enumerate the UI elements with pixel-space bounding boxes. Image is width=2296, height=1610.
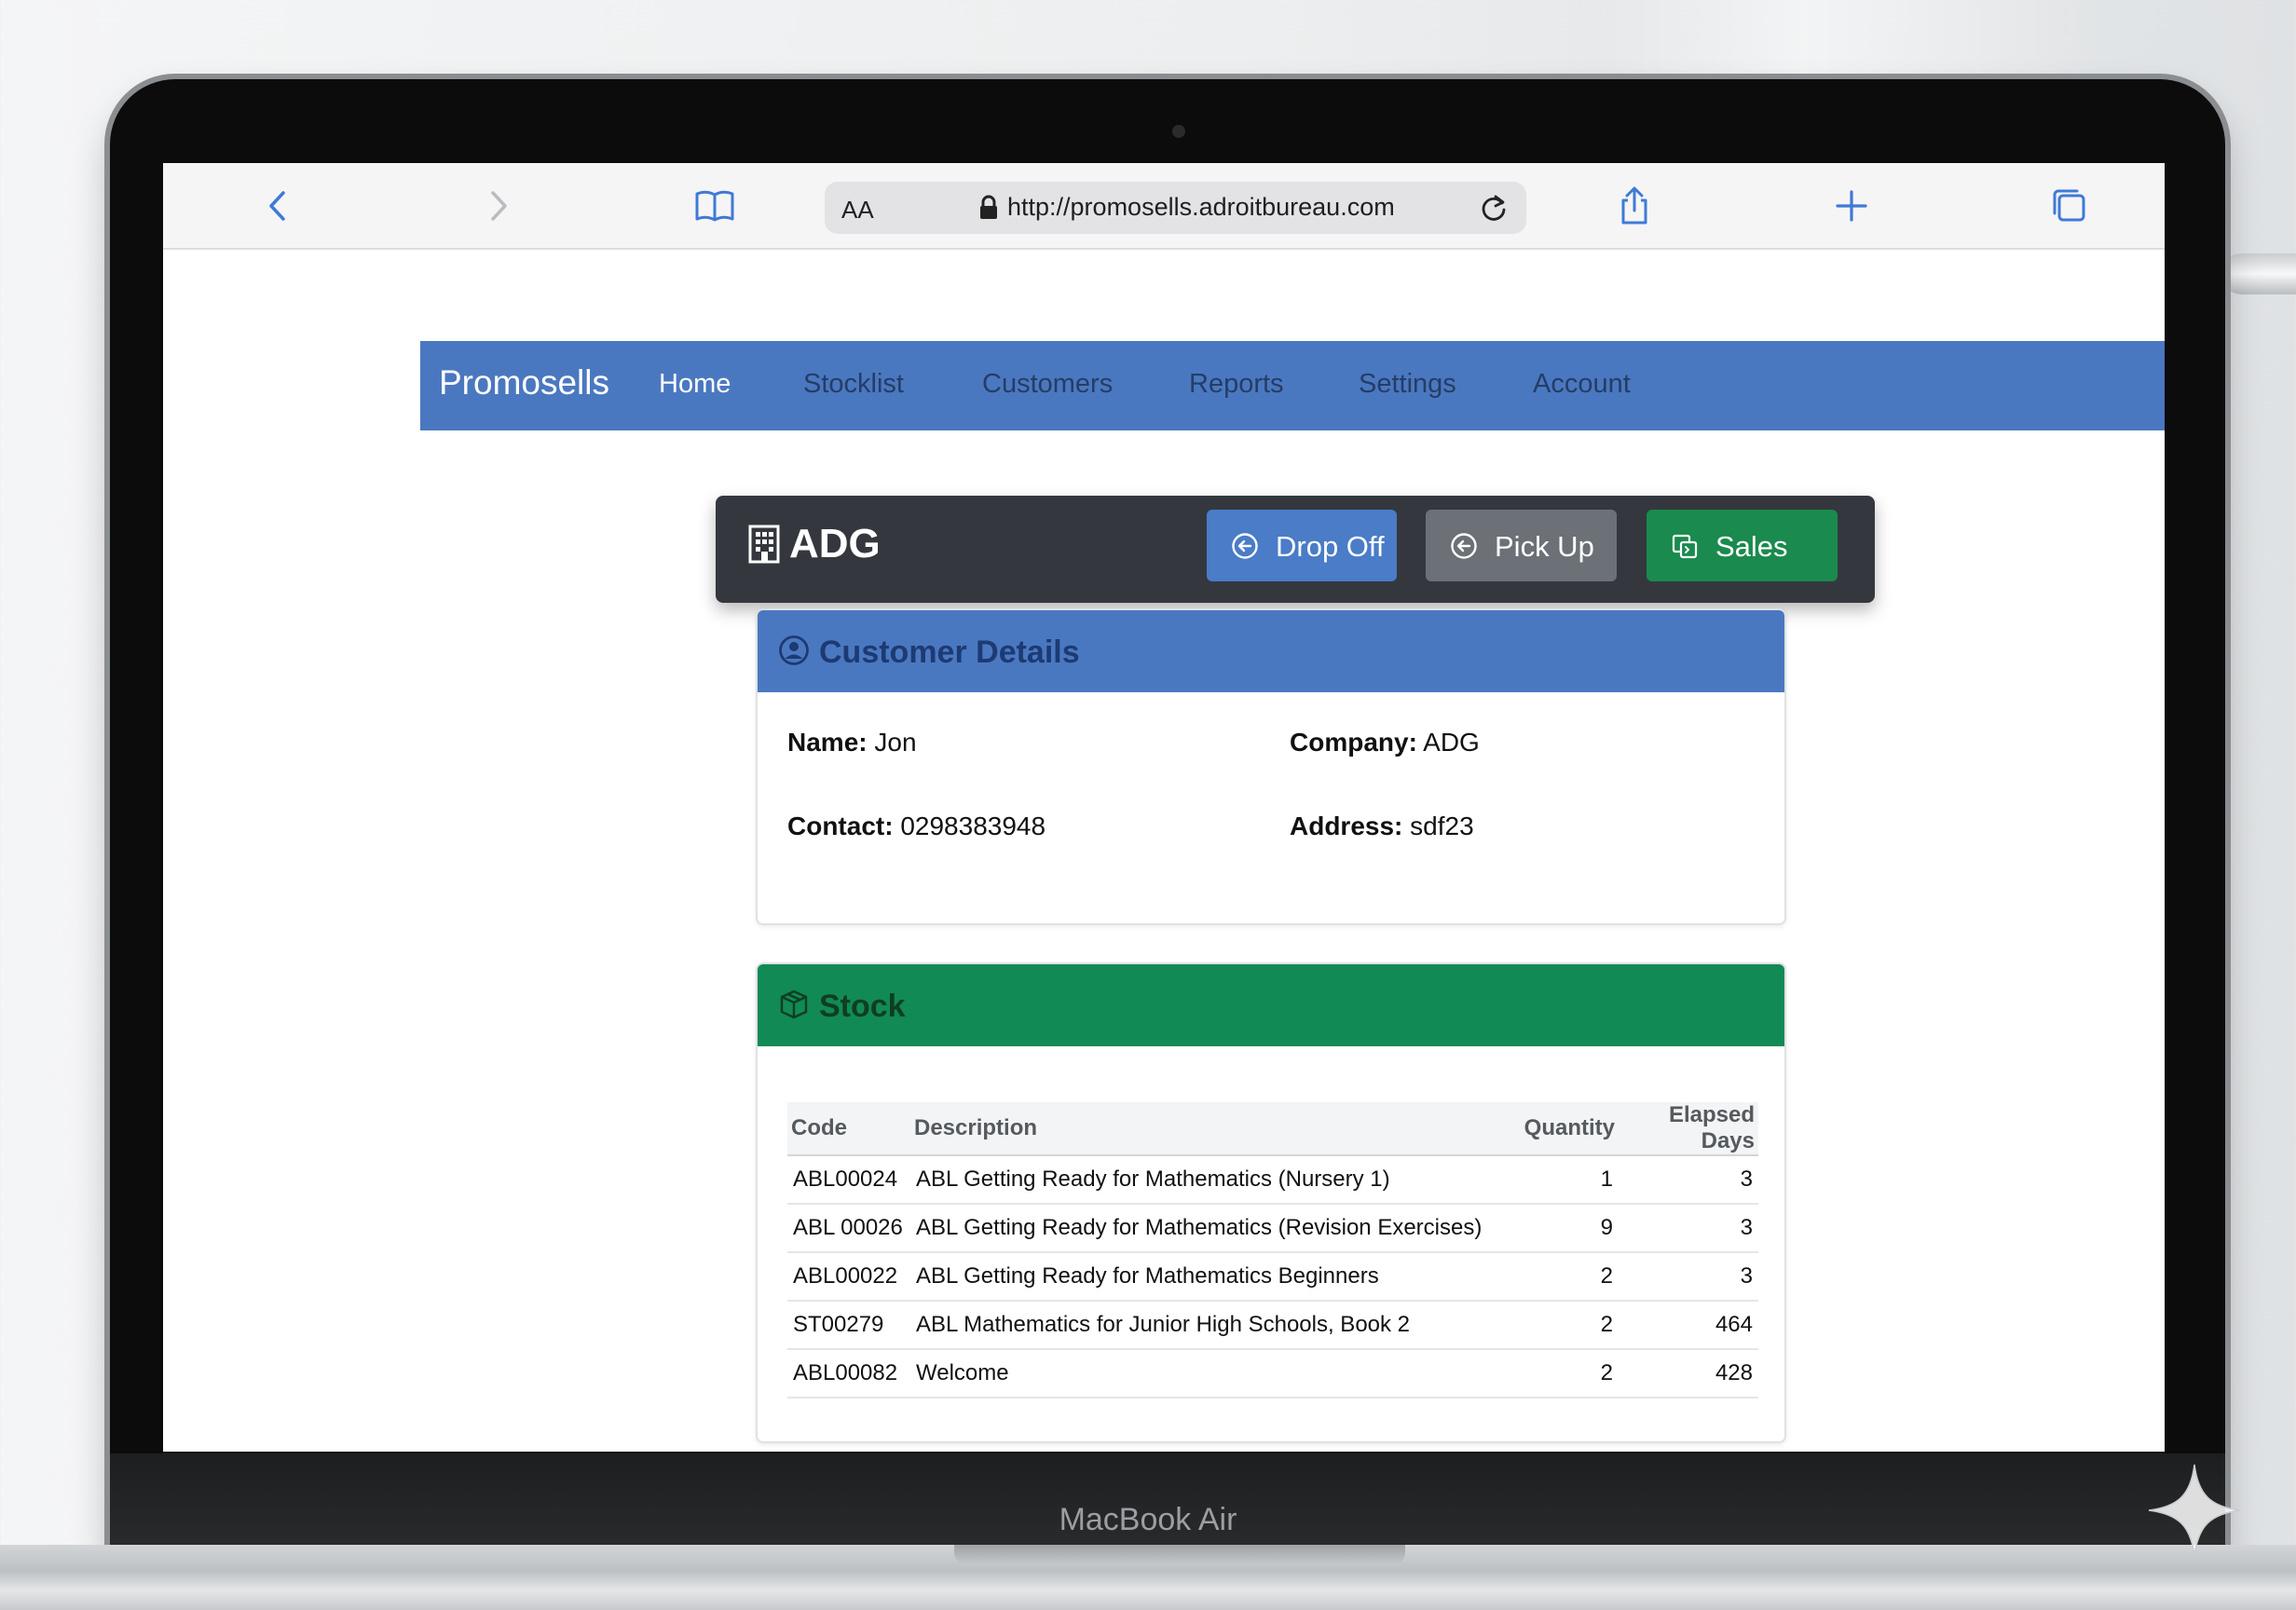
table-row[interactable]: ABL00082 Welcome 2 428 — [787, 1349, 1758, 1399]
row-code: ABL00024 — [787, 1155, 910, 1205]
row-code: ABL00082 — [787, 1349, 910, 1399]
row-elapsed-days: 3 — [1619, 1252, 1758, 1302]
customer-details-header: Customer Details — [758, 610, 1784, 692]
stock-table: Code Description Quantity Elapsed Days A… — [787, 1102, 1758, 1399]
customer-code-title: ADG — [789, 521, 881, 566]
contact-value: 0298383948 — [900, 812, 1046, 840]
pick-up-button[interactable]: Pick Up — [1426, 510, 1617, 581]
nav-settings[interactable]: Settings — [1359, 369, 1456, 400]
user-circle-icon — [779, 635, 809, 665]
lock-icon — [980, 195, 997, 219]
sales-button[interactable]: Sales — [1647, 510, 1838, 581]
nav-account[interactable]: Account — [1533, 369, 1631, 400]
new-tab-icon[interactable] — [1829, 184, 1874, 228]
sales-label: Sales — [1715, 530, 1788, 563]
stock-table-header-row: Code Description Quantity Elapsed Days — [787, 1102, 1758, 1156]
bookmarks-icon[interactable] — [692, 184, 737, 228]
customer-details-title: Customer Details — [819, 634, 1080, 670]
row-description: ABL Getting Ready for Mathematics (Revis… — [910, 1204, 1516, 1253]
nav-home[interactable]: Home — [659, 369, 731, 400]
drop-off-label: Drop Off — [1276, 530, 1385, 563]
background-lamp — [2221, 253, 2296, 294]
row-description: ABL Getting Ready for Mathematics (Nurse… — [910, 1155, 1516, 1205]
brand-logo[interactable]: Promosells — [439, 363, 609, 402]
drop-off-button[interactable]: Drop Off — [1207, 510, 1397, 581]
row-quantity: 2 — [1516, 1252, 1619, 1302]
row-quantity: 9 — [1516, 1204, 1619, 1253]
name-value: Jon — [874, 728, 917, 757]
contact-label: Contact: — [787, 812, 894, 840]
company-value: ADG — [1423, 728, 1480, 757]
row-code: ST00279 — [787, 1301, 910, 1350]
webcam — [1172, 125, 1185, 138]
row-quantity: 1 — [1516, 1155, 1619, 1205]
table-row[interactable]: ST00279 ABL Mathematics for Junior High … — [787, 1301, 1758, 1350]
address-value: sdf23 — [1410, 812, 1474, 840]
laptop-hinge-notch — [954, 1545, 1405, 1565]
table-row[interactable]: ABL00022 ABL Getting Ready for Mathemati… — [787, 1252, 1758, 1302]
company-label: Company: — [1290, 728, 1417, 757]
column-header-code[interactable]: Code — [787, 1102, 910, 1156]
customer-company-field: Company: ADG — [1290, 728, 1480, 757]
share-icon[interactable] — [1612, 184, 1657, 228]
row-quantity: 2 — [1516, 1349, 1619, 1399]
row-code: ABL 00026 — [787, 1204, 910, 1253]
table-row[interactable]: ABL 00026 ABL Getting Ready for Mathemat… — [787, 1204, 1758, 1253]
column-header-description[interactable]: Description — [910, 1102, 1516, 1156]
cart-icon — [1672, 534, 1698, 559]
row-description: Welcome — [910, 1349, 1516, 1399]
box-icon — [780, 989, 808, 1019]
device-label: MacBook Air — [1059, 1502, 1237, 1537]
nav-stocklist[interactable]: Stocklist — [803, 369, 904, 400]
name-label: Name: — [787, 728, 868, 757]
arrow-circle-left-icon — [1451, 533, 1477, 559]
row-elapsed-days: 3 — [1619, 1155, 1758, 1205]
forward-icon[interactable] — [475, 184, 520, 228]
reload-icon[interactable] — [1477, 191, 1510, 225]
customer-address-field: Address: sdf23 — [1290, 812, 1474, 841]
row-elapsed-days: 428 — [1619, 1349, 1758, 1399]
building-icon — [748, 525, 780, 564]
column-header-elapsed-days[interactable]: Elapsed Days — [1619, 1102, 1758, 1156]
nav-reports[interactable]: Reports — [1189, 369, 1284, 400]
back-icon[interactable] — [256, 184, 301, 228]
row-elapsed-days: 3 — [1619, 1204, 1758, 1253]
table-row[interactable]: ABL00024 ABL Getting Ready for Mathemati… — [787, 1155, 1758, 1205]
customer-name-field: Name: Jon — [787, 728, 917, 757]
text-size-button[interactable]: AA — [841, 196, 874, 225]
pick-up-label: Pick Up — [1495, 530, 1594, 563]
customer-details-card: Customer Details Name: Jon Company: ADG … — [756, 608, 1786, 925]
stock-card: Stock Code Description Quantity Elapsed … — [756, 962, 1786, 1443]
customer-contact-field: Contact: 0298383948 — [787, 812, 1046, 841]
column-header-quantity[interactable]: Quantity — [1516, 1102, 1619, 1156]
browser-toolbar: AA http://promosells.adroitbureau.com — [163, 163, 2165, 250]
address-label: Address: — [1290, 812, 1403, 840]
address-bar[interactable]: AA http://promosells.adroitbureau.com — [825, 182, 1526, 234]
row-quantity: 2 — [1516, 1301, 1619, 1350]
stock-header: Stock — [758, 964, 1784, 1046]
row-code: ABL00022 — [787, 1252, 910, 1302]
tabs-icon[interactable] — [2047, 184, 2092, 228]
row-elapsed-days: 464 — [1619, 1301, 1758, 1350]
url-text: http://promosells.adroitbureau.com — [1007, 193, 1395, 221]
nav-customers[interactable]: Customers — [982, 369, 1113, 400]
arrow-circle-left-icon — [1232, 533, 1258, 559]
row-description: ABL Mathematics for Junior High Schools,… — [910, 1301, 1516, 1350]
stock-title: Stock — [819, 989, 906, 1024]
sparkle-icon — [2148, 1464, 2241, 1557]
row-description: ABL Getting Ready for Mathematics Beginn… — [910, 1252, 1516, 1302]
